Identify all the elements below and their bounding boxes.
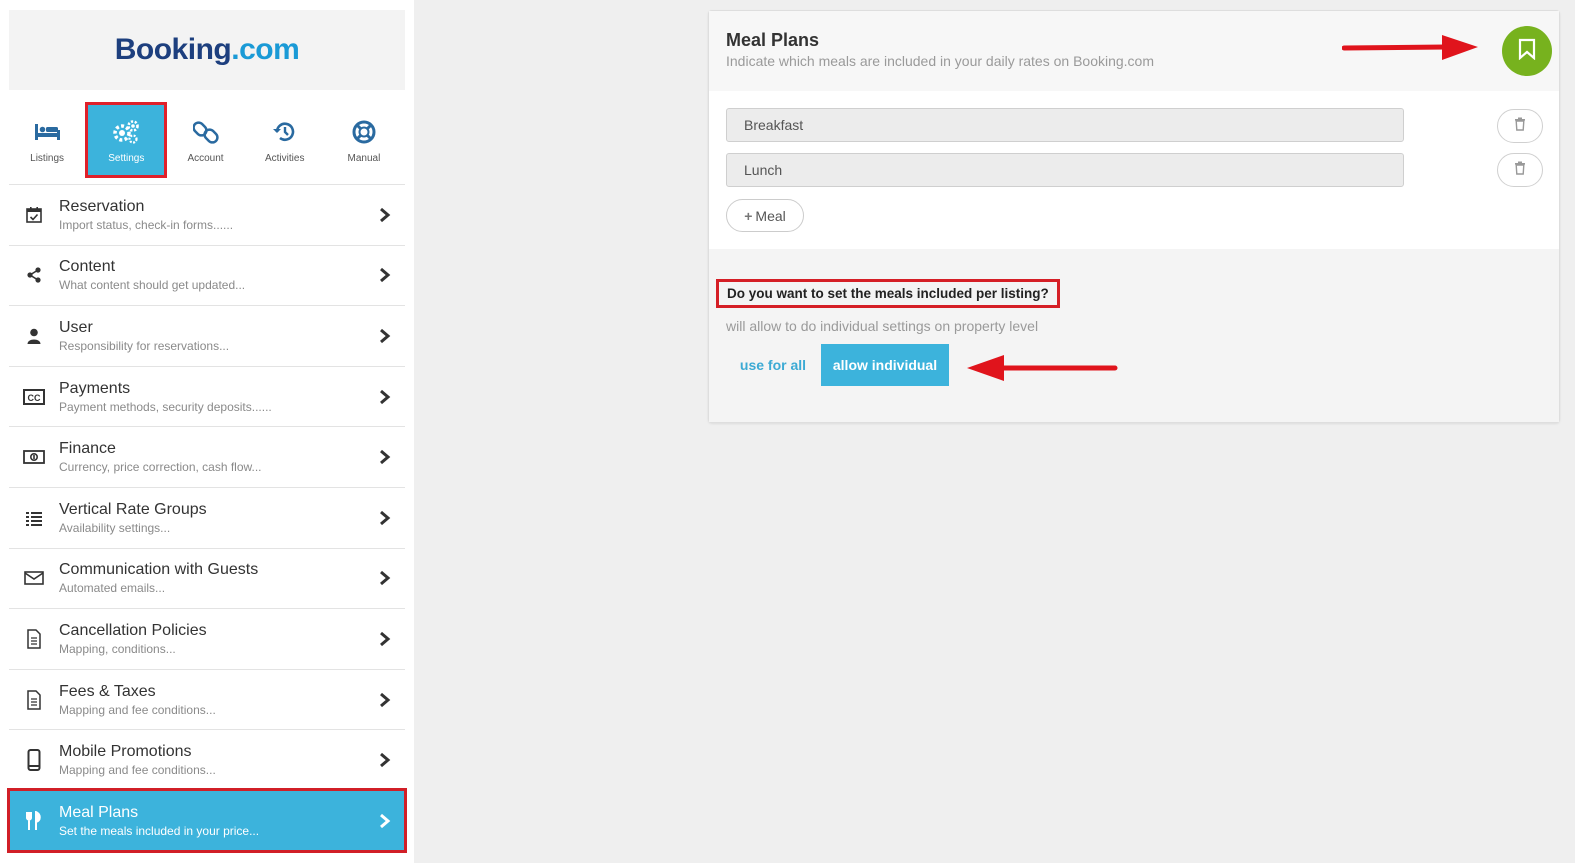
menu-item-title: Content — [59, 258, 116, 276]
chevron-right-icon — [365, 510, 405, 526]
chevron-right-icon — [365, 752, 405, 768]
nav-account[interactable]: Account — [167, 105, 243, 175]
menu-item-subtitle: Set the meals included in your price... — [59, 823, 260, 838]
per-listing-hint: will allow to do individual settings on … — [726, 318, 1039, 334]
gears-icon — [111, 117, 141, 147]
meal-field-breakfast[interactable]: Breakfast — [726, 108, 1404, 142]
menu-item-subtitle: What content should get updated... — [59, 278, 246, 293]
menu-item-user[interactable]: User Responsibility for reservations... — [9, 305, 405, 366]
bookmark-icon — [1518, 38, 1536, 65]
logo-box: Booking.com — [9, 10, 405, 90]
save-button[interactable] — [1502, 26, 1552, 76]
delete-meal-button[interactable] — [1497, 109, 1543, 143]
menu-item-meal-plans[interactable]: Meal Plans Set the meals included in your… — [7, 787, 407, 853]
menu-item-subtitle: Automated emails... — [59, 581, 166, 596]
add-meal-button[interactable]: + Meal — [726, 199, 804, 232]
menu-item-cancellation-policies[interactable]: Cancellation Policies Mapping, conditions… — [9, 608, 405, 669]
menu-item-subtitle: Availability settings... — [59, 520, 171, 535]
menu-item-mobile-promotions[interactable]: Mobile Promotions Mapping and fee conditi… — [9, 729, 405, 790]
page-subtitle: Indicate which meals are included in you… — [726, 53, 1155, 69]
menu-item-title: User — [59, 318, 93, 336]
menu-item-subtitle: Mapping, conditions... — [59, 641, 176, 656]
menu-item-subtitle: Responsibility for reservations... — [59, 338, 230, 353]
nav-account-label: Account — [187, 152, 224, 164]
annotation-arrow-left — [967, 355, 1118, 381]
nav-activities[interactable]: Activities — [247, 105, 323, 175]
chevron-right-icon — [365, 813, 405, 829]
chevron-right-icon — [365, 207, 405, 223]
add-meal-label: Meal — [755, 207, 786, 224]
menu-item-communication[interactable]: Communication with Guests Automated email… — [9, 547, 405, 609]
allow-individual-button[interactable]: allow individual — [821, 344, 949, 386]
menu-item-title: Mobile Promotions — [59, 743, 192, 761]
menu-item-subtitle: Payment methods, security deposits...... — [59, 399, 272, 414]
annotation-arrow-right — [1342, 35, 1478, 60]
booking-logo[interactable]: Booking.com — [115, 33, 300, 67]
nav-settings[interactable]: Settings — [85, 102, 168, 178]
menu-item-fees-taxes[interactable]: Fees & Taxes Mapping and fee conditions..… — [9, 668, 405, 730]
calendar-check-icon — [9, 206, 59, 224]
credit-card-icon: CC — [9, 388, 59, 405]
menu-item-vertical-rate-groups[interactable]: Vertical Rate Groups Availability setting… — [9, 486, 405, 548]
menu-item-title: Vertical Rate Groups — [59, 500, 207, 518]
meal-field-lunch[interactable]: Lunch — [726, 153, 1404, 187]
menu-item-subtitle: Import status, check-in forms...... — [59, 217, 234, 232]
per-listing-section: Do you want to set the meals included pe… — [709, 249, 1559, 422]
chevron-right-icon — [365, 389, 405, 405]
nav-manual[interactable]: Manual — [326, 105, 402, 175]
menu-item-title: Reservation — [59, 197, 145, 215]
cutlery-icon — [9, 810, 59, 831]
menu-item-title: Finance — [59, 440, 116, 458]
nav-manual-label: Manual — [347, 152, 381, 164]
menu-item-title: Fees & Taxes — [59, 682, 156, 700]
bed-icon — [32, 117, 62, 147]
history-icon — [270, 117, 300, 147]
top-nav: Listings Settings Account Activities Man… — [9, 102, 405, 178]
nav-settings-label: Settings — [108, 152, 145, 164]
menu-item-title: Cancellation Policies — [59, 621, 207, 639]
list-icon — [9, 510, 59, 526]
sidebar: Booking.com Listings Settings Account Ac… — [0, 0, 414, 863]
chevron-right-icon — [365, 631, 405, 647]
envelope-icon — [9, 570, 59, 586]
per-listing-question: Do you want to set the meals included pe… — [716, 279, 1060, 308]
menu-item-reservation[interactable]: Reservation Import status, check-in forms… — [9, 184, 405, 245]
menu-item-content[interactable]: Content What content should get updated..… — [9, 244, 405, 306]
chevron-right-icon — [365, 449, 405, 465]
document-icon — [9, 629, 59, 649]
menu-item-title: Meal Plans — [59, 803, 139, 821]
svg-text:CC: CC — [28, 393, 41, 403]
menu-item-title: Communication with Guests — [59, 561, 259, 579]
lifebuoy-icon — [349, 117, 379, 147]
nav-activities-label: Activities — [264, 152, 305, 164]
document-icon — [9, 689, 59, 710]
menu-item-finance[interactable]: Finance Currency, price correction, cash … — [9, 426, 405, 487]
menu-item-subtitle: Currency, price correction, cash flow... — [59, 460, 262, 475]
mobile-icon — [9, 749, 59, 772]
chevron-right-icon — [365, 692, 405, 708]
chevron-right-icon — [365, 570, 405, 586]
meal-plans-card: Meal Plans Indicate which meals are incl… — [708, 10, 1560, 423]
nav-listings-label: Listings — [30, 152, 65, 164]
chevron-right-icon — [365, 267, 405, 283]
trash-icon — [1514, 117, 1526, 136]
nav-listings[interactable]: Listings — [9, 105, 85, 175]
settings-menu: Reservation Import status, check-in forms… — [7, 184, 407, 853]
user-icon — [9, 327, 59, 345]
plus-icon: + — [744, 207, 753, 224]
money-icon — [9, 449, 59, 465]
trash-icon — [1514, 161, 1526, 180]
menu-item-subtitle: Mapping and fee conditions... — [59, 763, 216, 778]
menu-item-payments[interactable]: CC Payments Payment methods, security dep… — [9, 365, 405, 427]
link-icon — [191, 117, 221, 147]
menu-item-subtitle: Mapping and fee conditions... — [59, 702, 216, 717]
use-for-all-button[interactable]: use for all — [733, 344, 813, 386]
chevron-right-icon — [365, 328, 405, 344]
delete-meal-button[interactable] — [1497, 153, 1543, 187]
share-icon — [9, 266, 59, 284]
page-title: Meal Plans — [726, 30, 820, 50]
menu-item-title: Payments — [59, 379, 131, 397]
